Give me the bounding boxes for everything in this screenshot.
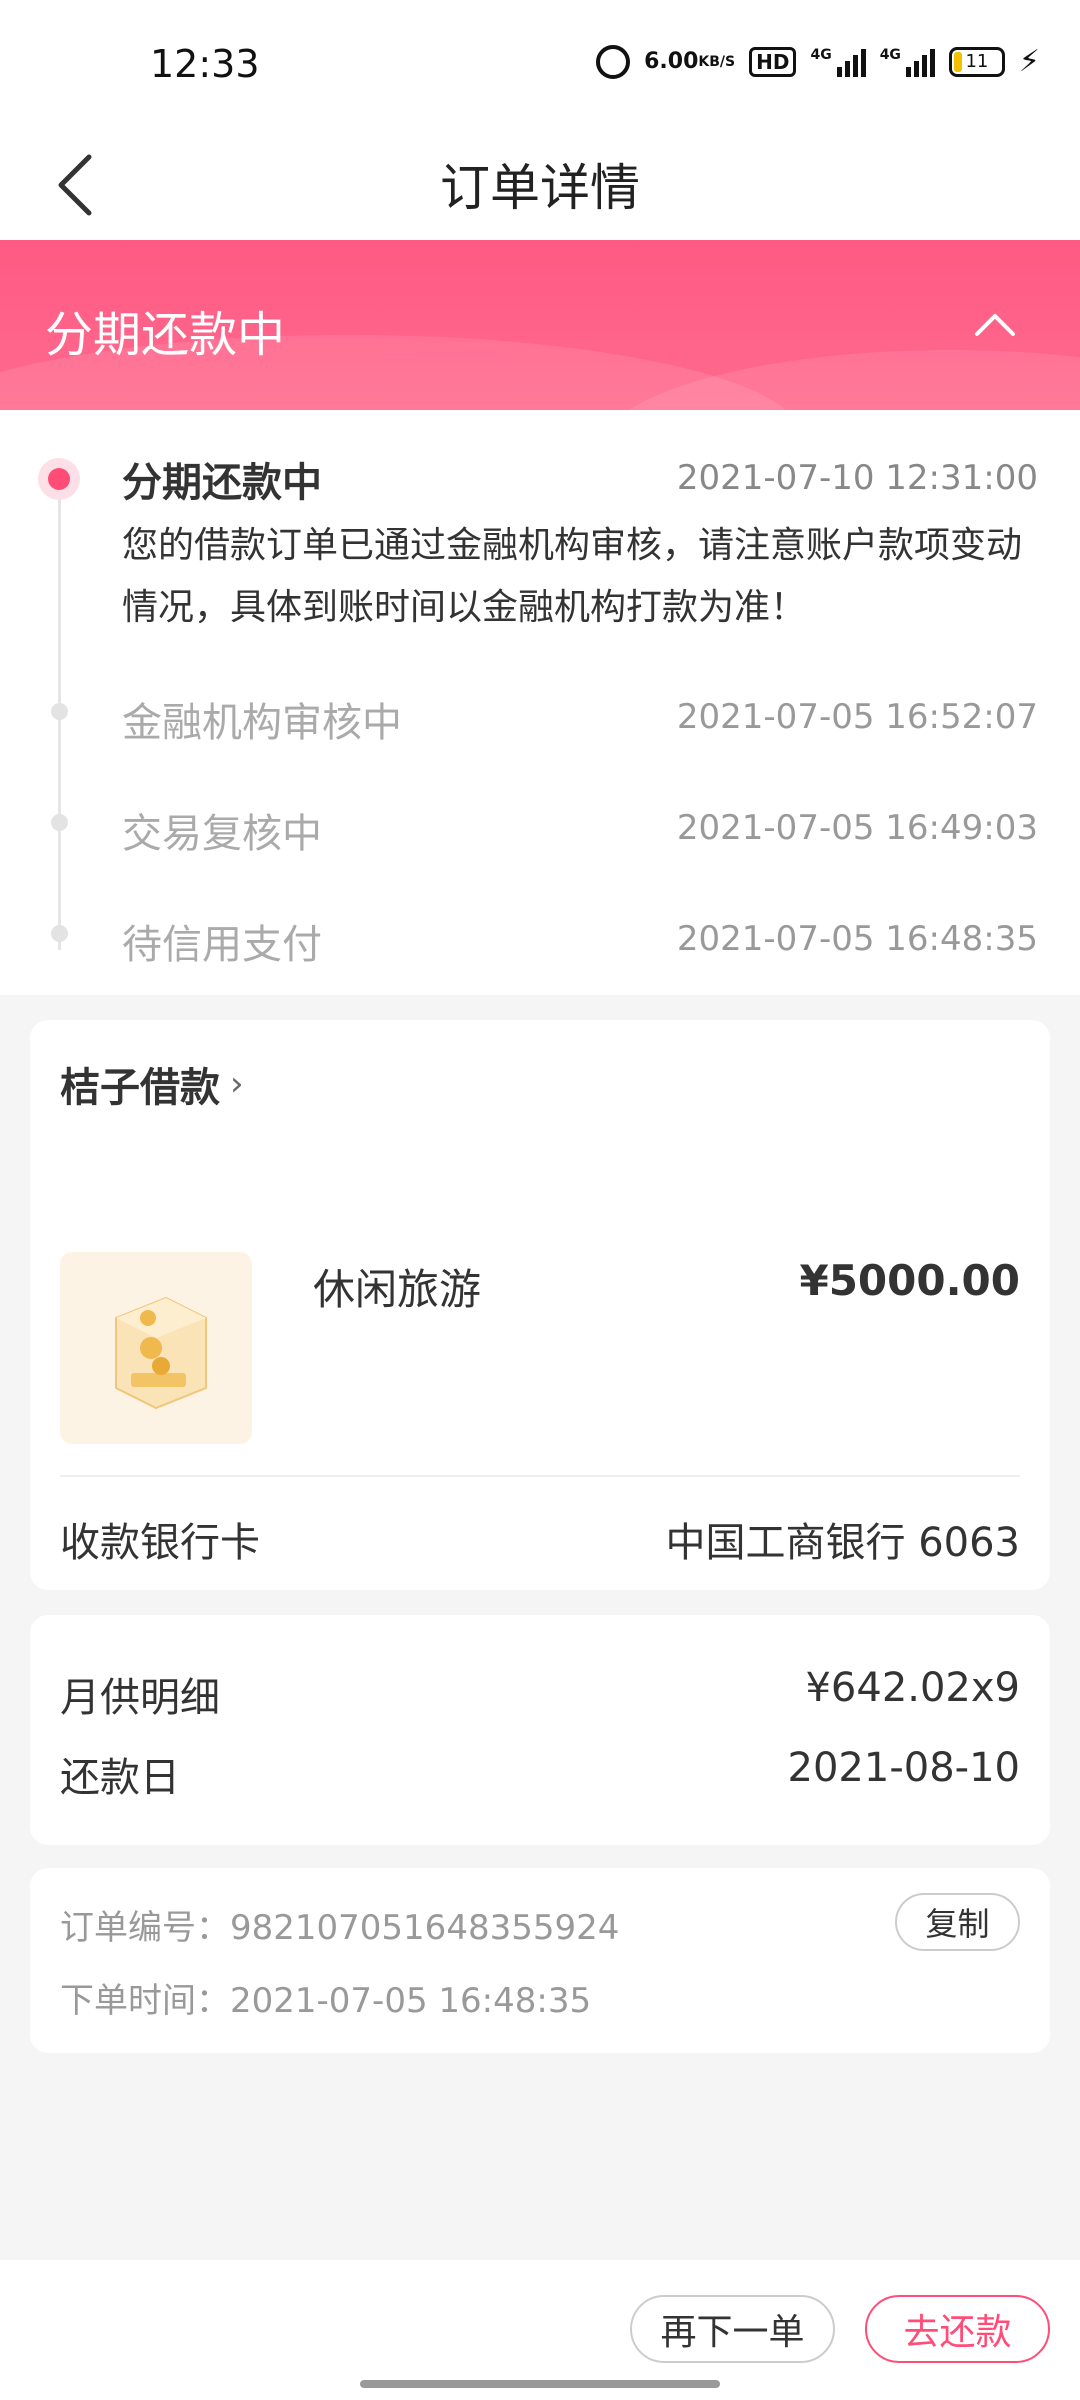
timeline-dot (51, 703, 68, 720)
due-date-value: 2021-08-10 (787, 1745, 1020, 1791)
divider (60, 1475, 1020, 1477)
merchant-name: 桔子借款 (60, 1065, 220, 1111)
charging-icon: ⚡ (1018, 44, 1040, 79)
product-image (60, 1252, 252, 1444)
status-icons: 6.00 KB/S HD 4G 4G 11 ⚡ (596, 44, 1040, 79)
timeline-step-title: 待信用支付 (122, 922, 322, 968)
order-number: 订单编号：982107051648355924 (60, 1908, 620, 1948)
network-speed-unit: KB/S (698, 53, 736, 70)
banner-status: 分期还款中 (45, 307, 286, 363)
bank-card-label: 收款银行卡 (60, 1520, 260, 1566)
progress-timeline: 分期还款中 2021-07-10 12:31:00 您的借款订单已通过金融机构审… (0, 410, 1080, 995)
repay-button[interactable]: 去还款 (865, 2295, 1050, 2363)
battery-level: 11 (965, 50, 989, 72)
timeline-dot (51, 925, 68, 942)
timeline-step-time: 2021-07-05 16:48:35 (676, 919, 1038, 959)
chevron-up-icon[interactable] (960, 290, 1030, 360)
chevron-right-icon: › (230, 1064, 244, 1104)
hd-voice-icon: HD (749, 46, 797, 77)
timeline-step-time: 2021-07-05 16:49:03 (676, 808, 1038, 848)
signal-icon-2: 4G (880, 47, 935, 77)
network-speed: 6.00 KB/S (644, 48, 736, 74)
monthly-payment-label: 月供明细 (60, 1675, 220, 1721)
timeline-dot (51, 814, 68, 831)
coin-box-icon (115, 1296, 207, 1410)
repayment-card: 月供明细 ¥642.02x9 还款日 2021-08-10 (30, 1615, 1050, 1845)
copy-button[interactable]: 复制 (895, 1893, 1020, 1951)
status-bar: 12:33 6.00 KB/S HD 4G 4G 11 ⚡ (0, 0, 1080, 130)
timeline-active-time: 2021-07-10 12:31:00 (676, 458, 1038, 498)
battery-icon: 11 (948, 46, 1005, 77)
bank-card-value: 中国工商银行 6063 (665, 1520, 1020, 1566)
status-banner: 分期还款中 (0, 240, 1080, 410)
alarm-icon (596, 44, 631, 79)
order-card: 桔子借款 › 休闲旅游 ¥5000.00 收款银行卡 中国工商银行 6063 (30, 1020, 1050, 1590)
page-title: 订单详情 (440, 159, 640, 217)
timeline-active-description: 您的借款订单已通过金融机构审核，请注意账户款项变动情况，具体到账时间以金融机构打… (122, 525, 1023, 628)
monthly-payment-value: ¥642.02x9 (805, 1665, 1020, 1711)
bottom-action-bar: 再下一单 去还款 (0, 2260, 1080, 2400)
order-meta-card: 订单编号：982107051648355924 复制 下单时间：2021-07-… (30, 1868, 1050, 2053)
product-price: ¥5000.00 (799, 1256, 1020, 1305)
timeline-step-title: 金融机构审核中 (122, 700, 402, 746)
timeline-step-title: 交易复核中 (122, 811, 322, 857)
nav-bar: 订单详情 (0, 130, 1080, 240)
due-date-label: 还款日 (60, 1755, 180, 1801)
timeline-active-dot (38, 458, 80, 500)
home-indicator[interactable] (360, 2380, 720, 2388)
product-name: 休闲旅游 (313, 1265, 482, 1314)
timeline-step-time: 2021-07-05 16:52:07 (676, 697, 1038, 737)
status-time: 12:33 (150, 42, 260, 86)
signal-icon-1: 4G (810, 46, 866, 77)
signal-2-tag: 4G (879, 46, 901, 63)
timeline-active-title: 分期还款中 (122, 460, 322, 506)
order-time: 下单时间：2021-07-05 16:48:35 (60, 1981, 592, 2021)
signal-1-tag: 4G (810, 46, 832, 63)
reorder-button[interactable]: 再下一单 (630, 2295, 835, 2363)
network-speed-value: 6.00 (644, 48, 699, 74)
merchant-link[interactable]: 桔子借款 › (60, 1055, 244, 1113)
